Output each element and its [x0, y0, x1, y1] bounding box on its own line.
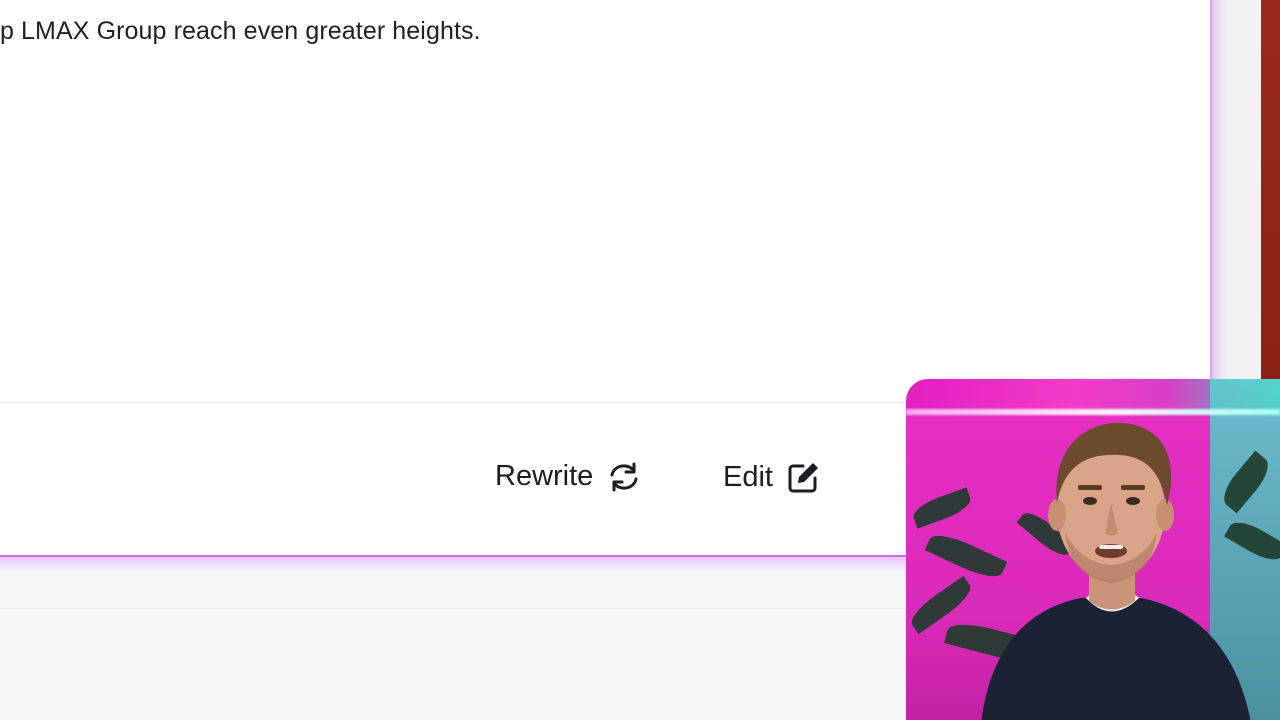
background-accent-strip — [1261, 0, 1280, 380]
screen: p LMAX Group reach even greater heights.… — [0, 0, 1280, 720]
edit-label: Edit — [723, 460, 773, 493]
edit-pencil-icon — [787, 460, 821, 494]
section-divider — [0, 608, 905, 609]
generated-text-body: p LMAX Group reach even greater heights. — [0, 17, 481, 45]
edit-button[interactable]: Edit — [723, 460, 821, 494]
refresh-icon — [607, 462, 641, 492]
presenter-figure — [981, 422, 1251, 720]
presenter-video — [906, 379, 1280, 720]
rewrite-label: Rewrite — [495, 460, 594, 492]
rewrite-button[interactable]: Rewrite — [495, 460, 641, 493]
